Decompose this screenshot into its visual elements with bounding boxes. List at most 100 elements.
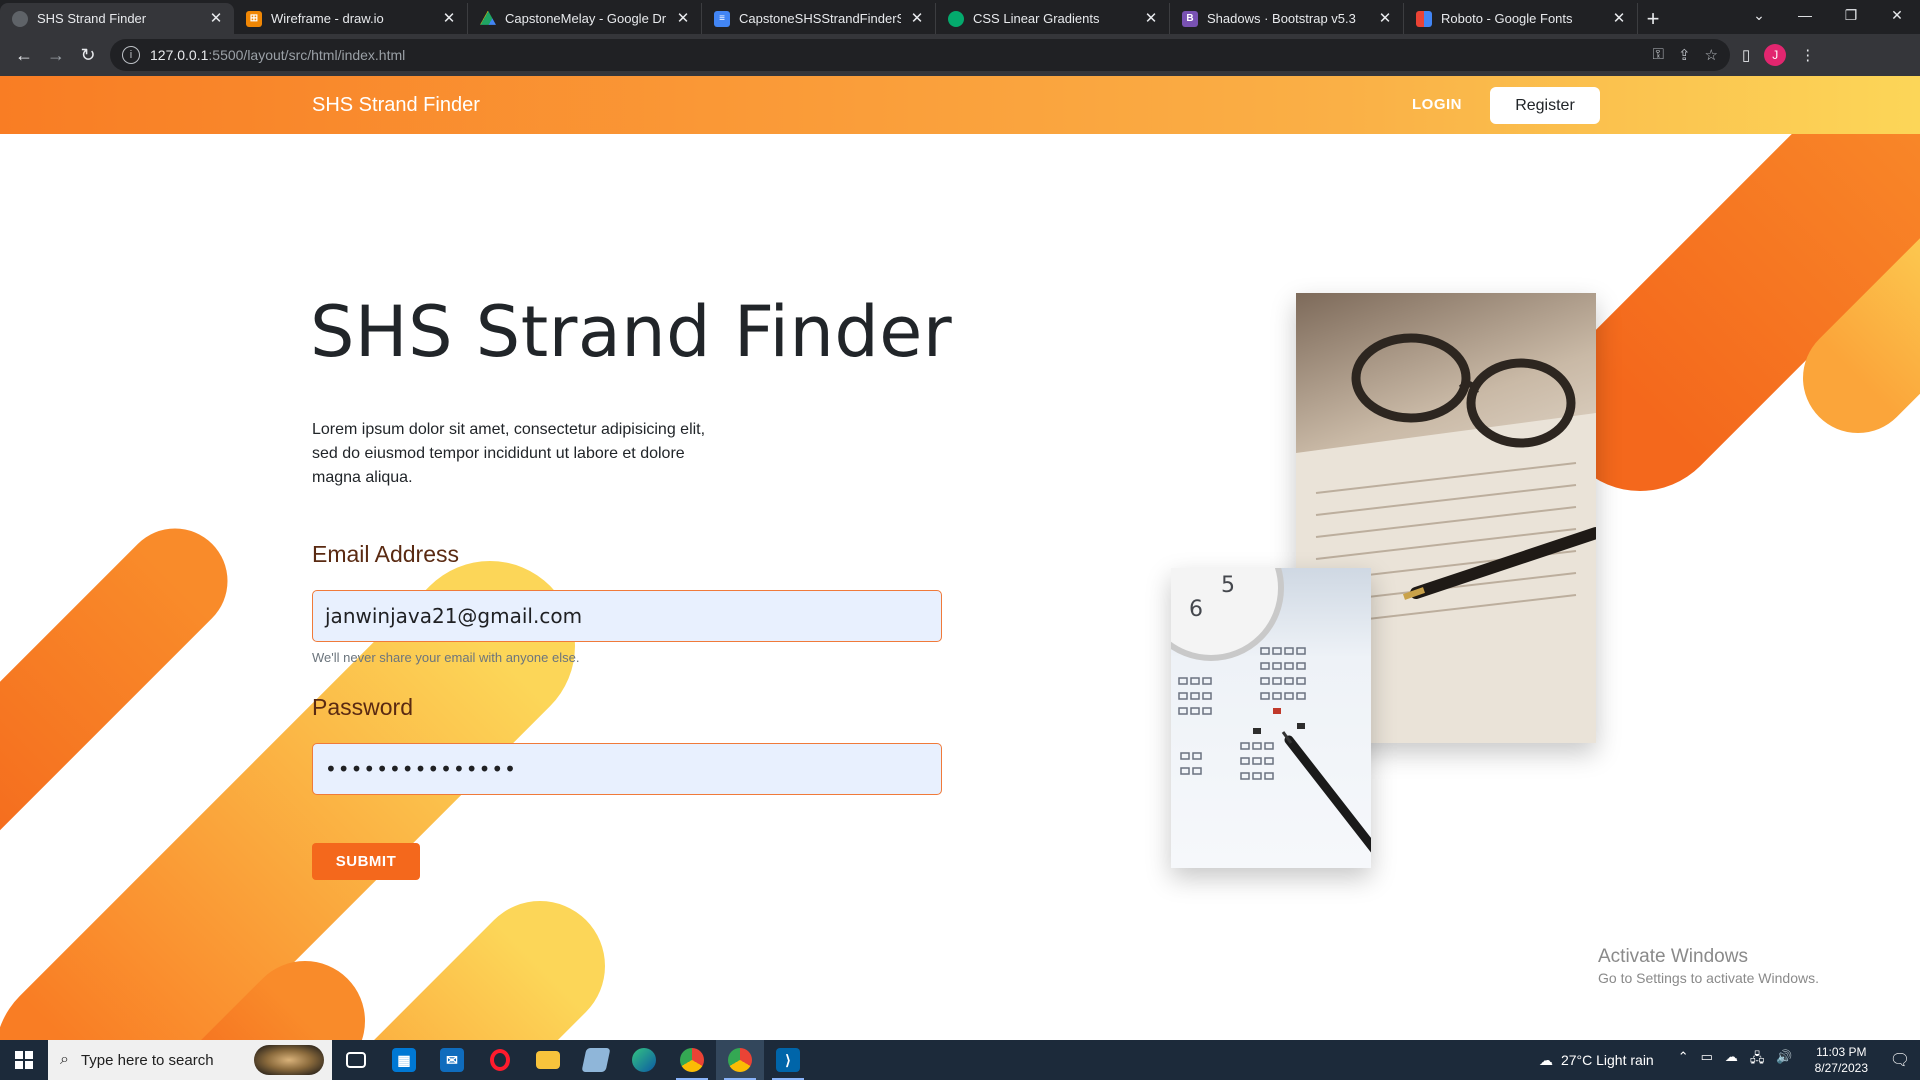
forward-button[interactable]: → xyxy=(40,39,72,71)
globe-icon xyxy=(12,10,28,27)
tab-search-chevron-icon[interactable]: ⌄ xyxy=(1736,0,1782,30)
tablet-icon[interactable]: ▭ xyxy=(1701,1049,1713,1071)
reload-button[interactable]: ↻ xyxy=(72,39,104,71)
tab-shs-strand-finder[interactable]: SHS Strand Finder ✕ xyxy=(0,3,234,34)
opera-icon xyxy=(490,1049,510,1071)
task-view-icon xyxy=(346,1052,366,1068)
site-navbar: SHS Strand Finder LOGIN Register xyxy=(0,76,1920,134)
chrome-icon xyxy=(680,1048,704,1072)
folder-icon xyxy=(536,1051,560,1069)
screen: SHS Strand Finder ✕ ⊞ Wireframe - draw.i… xyxy=(0,0,1920,1080)
notification-center-icon[interactable]: 🗨 xyxy=(1880,1040,1920,1080)
taskbar-microsoft-store[interactable]: ▦ xyxy=(380,1040,428,1080)
side-panel-icon[interactable]: ▯ xyxy=(1742,46,1750,64)
weather-widget[interactable]: ☁ 27°C Light rain xyxy=(1525,1052,1668,1069)
tab-google-fonts[interactable]: Roboto - Google Fonts ✕ xyxy=(1404,3,1638,34)
navbar-brand[interactable]: SHS Strand Finder xyxy=(312,94,480,117)
login-link[interactable]: LOGIN xyxy=(1412,96,1462,113)
bookmark-star-icon[interactable]: ☆ xyxy=(1705,46,1718,64)
search-icon: ⌕ xyxy=(60,1051,69,1068)
taskbar-clock[interactable]: 11:03 PM 8/27/2023 xyxy=(1803,1044,1880,1076)
taskbar-search-box[interactable]: ⌕ Type here to search xyxy=(48,1040,332,1080)
email-label: Email Address xyxy=(312,541,460,567)
page-title: SHS Strand Finder xyxy=(310,291,953,373)
google-drive-icon xyxy=(480,10,496,25)
taskbar-file-explorer[interactable] xyxy=(524,1040,572,1080)
notes-icon xyxy=(581,1048,611,1072)
tray-icons: ⌃ ▭ ☁ 🖧 🔊 xyxy=(1668,1049,1803,1071)
close-icon[interactable]: ✕ xyxy=(675,10,691,27)
weather-text: 27°C Light rain xyxy=(1560,1052,1654,1068)
windows-taskbar: ⌕ Type here to search ▦ ✉ ⟩ ☁ 27°C Light… xyxy=(0,1040,1920,1080)
edge-icon xyxy=(632,1048,656,1072)
answer-sheet-photo-art: 6 5 xyxy=(1171,568,1371,853)
key-icon[interactable]: ⚿ xyxy=(1653,46,1664,64)
window-controls: ⌄ — ❐ ✕ xyxy=(1736,0,1920,30)
close-icon[interactable]: ✕ xyxy=(909,10,925,27)
share-icon[interactable]: ⇪ xyxy=(1678,46,1691,64)
tab-bootstrap-shadows[interactable]: B Shadows · Bootstrap v5.3 ✕ xyxy=(1170,3,1404,34)
vscode-icon: ⟩ xyxy=(776,1048,800,1072)
restore-button[interactable]: ❐ xyxy=(1828,0,1874,30)
w3schools-icon xyxy=(948,10,964,27)
network-icon[interactable]: 🖧 xyxy=(1750,1049,1765,1071)
browser-toolbar: ← → ↻ i 127.0.0.1:5500/layout/src/html/i… xyxy=(0,34,1920,76)
answer-sheet-photo: 6 5 xyxy=(1171,568,1371,868)
minimize-button[interactable]: — xyxy=(1782,0,1828,30)
email-input[interactable]: janwinjava21@gmail.com xyxy=(312,590,942,642)
register-button[interactable]: Register xyxy=(1490,87,1600,124)
task-view-button[interactable] xyxy=(332,1040,380,1080)
taskbar-mail[interactable]: ✉ xyxy=(428,1040,476,1080)
taskbar-edge[interactable] xyxy=(620,1040,668,1080)
submit-button[interactable]: SUBMIT xyxy=(312,843,420,880)
tab-title: Roboto - Google Fonts xyxy=(1441,11,1573,26)
onedrive-cloud-icon[interactable]: ☁ xyxy=(1725,1049,1738,1071)
close-icon[interactable]: ✕ xyxy=(1611,10,1627,27)
tab-google-docs[interactable]: ≡ CapstoneSHSStrandFinderScript ✕ xyxy=(702,3,936,34)
clock-date: 8/27/2023 xyxy=(1814,1061,1868,1075)
password-input[interactable]: ••••••••••••••• xyxy=(312,743,942,795)
taskbar-opera[interactable] xyxy=(476,1040,524,1080)
main-content: SHS Strand Finder Lorem ipsum dolor sit … xyxy=(0,76,1920,1040)
mail-icon: ✉ xyxy=(440,1048,464,1072)
close-icon[interactable]: ✕ xyxy=(441,10,457,27)
drawio-icon: ⊞ xyxy=(246,10,262,27)
taskbar-chrome[interactable] xyxy=(668,1040,716,1080)
volume-icon[interactable]: 🔊 xyxy=(1776,1049,1792,1071)
chevron-up-icon[interactable]: ⌃ xyxy=(1678,1049,1689,1071)
taskbar-notes-app[interactable] xyxy=(572,1040,620,1080)
activate-windows-subtitle: Go to Settings to activate Windows. xyxy=(1598,970,1819,986)
google-fonts-icon xyxy=(1416,10,1432,27)
windows-start-button[interactable] xyxy=(0,1040,48,1080)
tab-title: SHS Strand Finder xyxy=(37,11,147,26)
back-button[interactable]: ← xyxy=(8,39,40,71)
taskbar-search-placeholder: Type here to search xyxy=(80,1051,214,1069)
tab-drawio[interactable]: ⊞ Wireframe - draw.io ✕ xyxy=(234,3,468,34)
google-docs-icon: ≡ xyxy=(714,10,730,27)
menu-kebab-icon[interactable]: ⋮ xyxy=(1800,46,1815,64)
taskbar-chrome-profile[interactable] xyxy=(716,1040,764,1080)
url-path: :5500/layout/src/html/index.html xyxy=(208,47,406,63)
tab-google-drive[interactable]: CapstoneMelay - Google Drive ✕ xyxy=(468,3,702,34)
bootstrap-icon: B xyxy=(1182,10,1198,27)
close-icon[interactable]: ✕ xyxy=(1377,10,1393,27)
address-bar[interactable]: i 127.0.0.1:5500/layout/src/html/index.h… xyxy=(110,39,1730,71)
taskbar-vscode[interactable]: ⟩ xyxy=(764,1040,812,1080)
site-info-icon[interactable]: i xyxy=(122,46,140,64)
close-icon[interactable]: ✕ xyxy=(1143,10,1159,27)
svg-text:5: 5 xyxy=(1221,573,1235,598)
clock-time: 11:03 PM xyxy=(1816,1045,1867,1059)
url-host: 127.0.0.1 xyxy=(150,47,209,63)
email-help-text: We'll never share your email with anyone… xyxy=(312,650,580,665)
tab-css-gradients[interactable]: CSS Linear Gradients ✕ xyxy=(936,3,1170,34)
close-icon[interactable]: ✕ xyxy=(208,10,224,27)
tab-title: CapstoneMelay - Google Drive xyxy=(505,11,667,26)
new-tab-button[interactable]: + xyxy=(1638,3,1668,34)
window-close-button[interactable]: ✕ xyxy=(1874,0,1920,30)
activate-windows-title: Activate Windows xyxy=(1598,946,1748,967)
chrome-profile-icon xyxy=(728,1048,752,1072)
profile-avatar[interactable]: J xyxy=(1764,44,1787,66)
tab-title: Shadows · Bootstrap v5.3 xyxy=(1207,11,1356,26)
svg-text:6: 6 xyxy=(1189,597,1203,622)
browser-tab-strip: SHS Strand Finder ✕ ⊞ Wireframe - draw.i… xyxy=(0,0,1920,34)
